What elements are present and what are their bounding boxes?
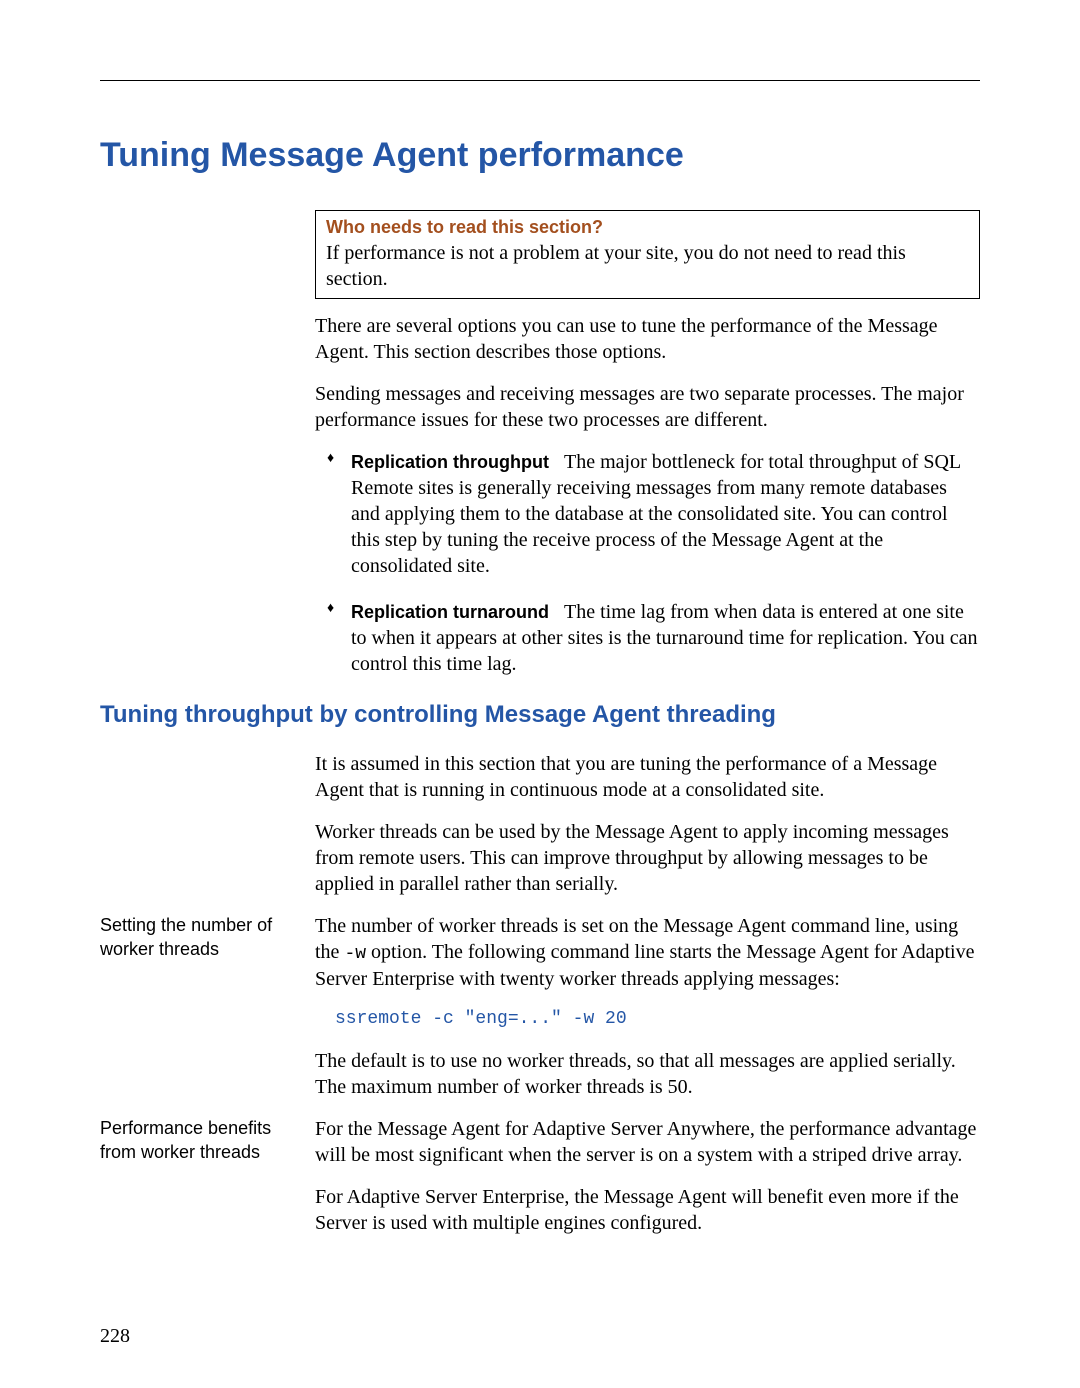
sub-intro-2: Worker threads can be used by the Messag… [315,819,980,897]
setting-para-2: The default is to use no worker threads,… [315,1048,980,1100]
page-title: Tuning Message Agent performance [100,136,980,175]
bullet-replication-throughput: Replication throughput The major bottlen… [327,449,980,579]
side-label-performance: Performance benefits from worker threads [100,1116,315,1236]
bullet-label: Replication throughput [351,452,549,472]
option-w: -w [344,944,366,964]
sub-intro-block: It is assumed in this section that you a… [315,751,980,897]
setting-para-1: The number of worker threads is set on t… [315,913,980,992]
callout-heading: Who needs to read this section? [326,217,969,238]
perf-para-1: For the Message Agent for Adaptive Serve… [315,1116,980,1168]
top-rule [100,80,980,81]
performance-content: For the Message Agent for Adaptive Serve… [315,1116,980,1236]
bullet-label: Replication turnaround [351,602,549,622]
bullet-list: Replication throughput The major bottlen… [327,449,980,677]
performance-benefits-block: Performance benefits from worker threads… [100,1116,980,1236]
setting-content: The number of worker threads is set on t… [315,913,980,1100]
code-example: ssremote -c "eng=..." -w 20 [335,1008,980,1031]
setting-worker-threads-block: Setting the number of worker threads The… [100,913,980,1100]
intro-para-1: There are several options you can use to… [315,313,980,365]
perf-para-2: For Adaptive Server Enterprise, the Mess… [315,1184,980,1236]
callout-box: Who needs to read this section? If perfo… [315,210,980,299]
page-number: 228 [100,1325,130,1348]
sub-intro-1: It is assumed in this section that you a… [315,751,980,803]
side-label-setting: Setting the number of worker threads [100,913,315,1100]
subsection-title: Tuning throughput by controlling Message… [100,701,980,729]
setting-p1b: option. The following command line start… [315,941,974,990]
intro-para-2: Sending messages and receiving messages … [315,381,980,433]
callout-body: If performance is not a problem at your … [326,240,969,292]
bullet-replication-turnaround: Replication turnaround The time lag from… [327,599,980,677]
intro-content: Who needs to read this section? If perfo… [315,210,980,677]
